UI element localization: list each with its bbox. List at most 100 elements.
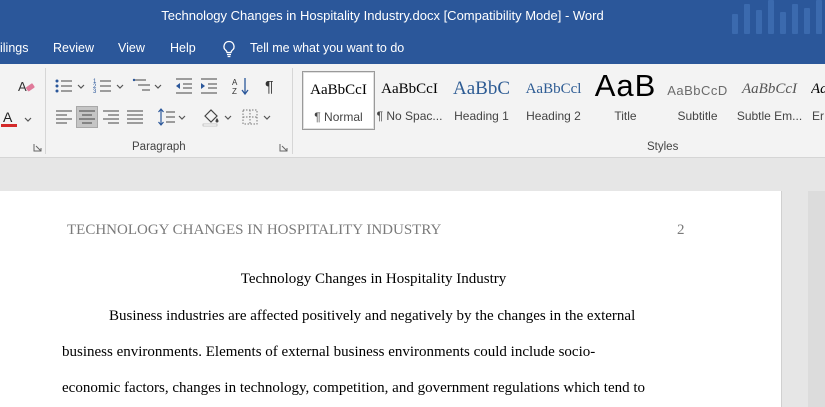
style-emphasis[interactable]: Aa Er bbox=[806, 71, 825, 128]
numbering-dropdown[interactable] bbox=[115, 76, 125, 96]
justify-button[interactable] bbox=[125, 107, 145, 127]
line-spacing-dropdown[interactable] bbox=[177, 107, 187, 127]
tell-me-text: Tell me what you want to do bbox=[250, 41, 405, 55]
style-name: ¶ Normal bbox=[314, 110, 363, 124]
eraser-icon: A bbox=[18, 79, 35, 94]
style-name: Heading 1 bbox=[454, 109, 509, 123]
style-sample: Aa bbox=[811, 81, 825, 97]
style-name: Er bbox=[812, 109, 824, 123]
styles-group-label: Styles bbox=[647, 141, 679, 153]
group-divider bbox=[45, 68, 46, 154]
style-no-spacing[interactable]: AaBbCcI ¶ No Spac... bbox=[374, 71, 445, 128]
svg-text:A: A bbox=[232, 78, 238, 87]
title-bar-decoration bbox=[730, 0, 825, 34]
chevron-down-icon bbox=[77, 84, 85, 89]
multilevel-dropdown[interactable] bbox=[153, 76, 163, 96]
font-color-dropdown[interactable] bbox=[23, 110, 33, 130]
lightbulb-icon bbox=[223, 40, 235, 58]
numbered-list-icon: 1 2 3 bbox=[93, 79, 111, 95]
borders-button[interactable] bbox=[240, 107, 260, 127]
style-name: Subtle Em... bbox=[736, 109, 803, 123]
style-sample: AaBbCcI bbox=[310, 82, 367, 98]
chevron-down-icon bbox=[116, 84, 124, 89]
tab-view[interactable]: View bbox=[118, 41, 145, 55]
vertical-scrollbar[interactable] bbox=[808, 191, 825, 407]
font-dialog-launcher-icon[interactable] bbox=[33, 143, 42, 152]
body-line: economic factors, changes in technology,… bbox=[62, 380, 646, 396]
chevron-down-icon bbox=[263, 115, 271, 120]
ribbon-tabs: ilings Review View Help Tell me what you… bbox=[0, 34, 825, 64]
style-name: Title bbox=[614, 109, 637, 123]
pilcrow-icon: ¶ bbox=[265, 79, 274, 96]
svg-text:¶: ¶ bbox=[265, 79, 274, 96]
body-line: Business industries are affected positiv… bbox=[109, 308, 636, 324]
clear-formatting-button[interactable]: A bbox=[16, 76, 36, 96]
svg-text:Z: Z bbox=[232, 87, 237, 96]
running-head: TECHNOLOGY CHANGES IN HOSPITALITY INDUST… bbox=[67, 222, 442, 238]
style-sample: AaBbCcl bbox=[525, 81, 582, 97]
style-sample: AaB bbox=[594, 71, 657, 103]
numbering-button[interactable]: 1 2 3 bbox=[93, 76, 113, 96]
group-divider bbox=[292, 68, 293, 154]
svg-text:A: A bbox=[3, 109, 13, 125]
style-sample: AaBbCcI bbox=[381, 81, 438, 97]
chevron-down-icon bbox=[224, 115, 232, 120]
multilevel-list-button[interactable] bbox=[132, 76, 152, 96]
justify-icon bbox=[127, 110, 143, 124]
chevron-down-icon bbox=[154, 84, 162, 89]
increase-indent-icon bbox=[201, 78, 217, 94]
paint-bucket-icon bbox=[202, 109, 219, 127]
style-name: ¶ No Spac... bbox=[376, 109, 443, 123]
line-spacing-button[interactable] bbox=[157, 107, 177, 127]
center-button[interactable] bbox=[76, 106, 98, 128]
body-line: business environments. Elements of exter… bbox=[62, 344, 596, 360]
document-page[interactable]: TECHNOLOGY CHANGES IN HOSPITALITY INDUST… bbox=[0, 191, 782, 407]
chevron-down-icon bbox=[24, 117, 32, 122]
tab-review[interactable]: Review bbox=[53, 41, 94, 55]
style-subtitle[interactable]: AaBbCcD Subtitle bbox=[662, 71, 733, 128]
font-color-button[interactable]: A bbox=[0, 108, 20, 128]
decrease-indent-button[interactable] bbox=[174, 76, 194, 96]
bullets-button[interactable] bbox=[54, 76, 74, 96]
shading-dropdown[interactable] bbox=[223, 107, 233, 127]
multilevel-list-icon bbox=[132, 78, 150, 91]
style-title[interactable]: AaB Title bbox=[590, 71, 661, 128]
document-area: TECHNOLOGY CHANGES IN HOSPITALITY INDUST… bbox=[0, 158, 825, 407]
title-bar: Technology Changes in Hospitality Indust… bbox=[0, 0, 825, 34]
style-heading-2[interactable]: AaBbCcl Heading 2 bbox=[518, 71, 589, 128]
line-spacing-icon bbox=[158, 108, 175, 126]
svg-text:A: A bbox=[18, 79, 27, 94]
style-name: Heading 2 bbox=[526, 109, 581, 123]
align-left-button[interactable] bbox=[54, 107, 74, 127]
font-color-icon: A bbox=[1, 109, 17, 127]
style-name: Subtitle bbox=[677, 109, 718, 123]
borders-icon bbox=[242, 109, 258, 125]
page-number: 2 bbox=[677, 222, 685, 238]
bullet-list-icon bbox=[55, 79, 72, 93]
style-subtle-emphasis[interactable]: AaBbCcI Subtle Em... bbox=[734, 71, 805, 128]
style-sample: AaBbCcD bbox=[667, 83, 728, 98]
style-normal[interactable]: AaBbCcI ¶ Normal bbox=[302, 71, 375, 130]
shading-button[interactable] bbox=[201, 107, 221, 127]
increase-indent-button[interactable] bbox=[199, 76, 219, 96]
align-left-icon bbox=[56, 110, 72, 124]
paragraph-dialog-launcher-icon[interactable] bbox=[279, 143, 288, 152]
align-center-icon bbox=[79, 110, 95, 124]
svg-text:3: 3 bbox=[93, 89, 97, 95]
tab-help[interactable]: Help bbox=[170, 41, 196, 55]
sort-icon: A Z bbox=[232, 78, 249, 96]
style-heading-1[interactable]: AaBbC Heading 1 bbox=[446, 71, 517, 128]
window-title: Technology Changes in Hospitality Indust… bbox=[161, 8, 604, 23]
align-right-icon bbox=[103, 110, 119, 124]
show-formatting-button[interactable]: ¶ bbox=[261, 76, 281, 96]
sort-button[interactable]: A Z bbox=[231, 76, 251, 96]
bullets-dropdown[interactable] bbox=[76, 76, 86, 96]
chevron-down-icon bbox=[178, 115, 186, 120]
paragraph-group-label: Paragraph bbox=[132, 141, 186, 153]
decrease-indent-icon bbox=[176, 78, 192, 94]
borders-dropdown[interactable] bbox=[262, 107, 272, 127]
style-sample: AaBbC bbox=[453, 78, 510, 99]
align-right-button[interactable] bbox=[101, 107, 121, 127]
ribbon: A A 1 2 3 A Z ¶ Paragraph AaBbCcI ¶ Norm… bbox=[0, 64, 825, 158]
tab-mailings[interactable]: ilings bbox=[0, 41, 29, 55]
